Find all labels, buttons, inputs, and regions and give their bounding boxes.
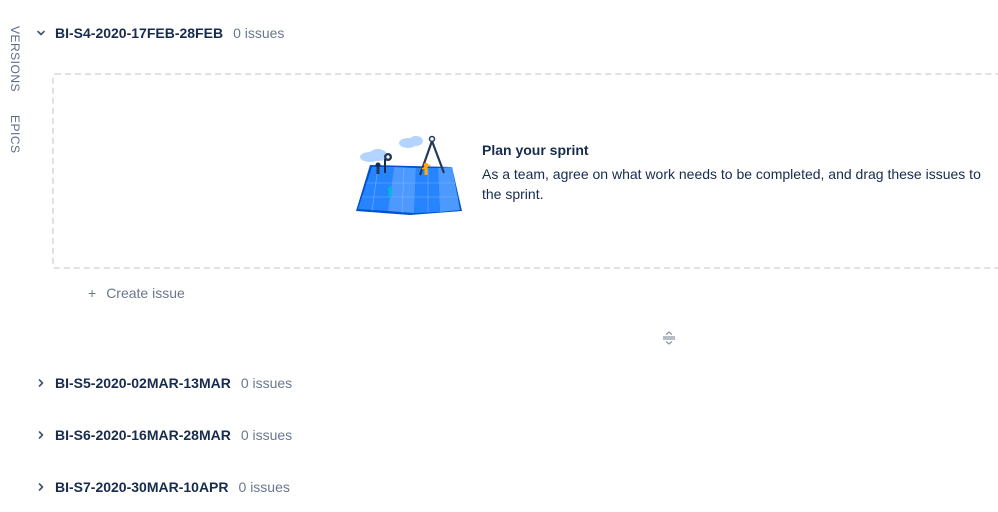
sprint-header[interactable]: BI-S5-2020-02MAR-13MAR 0 issues bbox=[34, 373, 292, 393]
create-issue-button[interactable]: + Create issue bbox=[88, 285, 185, 301]
sprint-name: BI-S7-2020-30MAR-10APR bbox=[55, 479, 229, 495]
plus-icon: + bbox=[88, 285, 97, 301]
epics-tab[interactable]: EPICS bbox=[8, 115, 22, 154]
sprint-name: BI-S4-2020-17FEB-28FEB bbox=[55, 25, 224, 41]
sprint-map-illustration bbox=[356, 135, 462, 215]
issue-count: 0 issues bbox=[240, 427, 293, 443]
chevron-right-icon[interactable] bbox=[34, 428, 48, 442]
sprint-name: BI-S5-2020-02MAR-13MAR bbox=[55, 375, 231, 391]
empty-state-description: As a team, agree on what work needs to b… bbox=[482, 166, 981, 202]
issue-count: 0 issues bbox=[240, 375, 293, 391]
sprint-header[interactable]: BI-S4-2020-17FEB-28FEB 0 issues bbox=[34, 23, 284, 43]
chevron-right-icon[interactable] bbox=[34, 480, 48, 494]
issue-count: 0 issues bbox=[238, 479, 290, 495]
create-issue-label: Create issue bbox=[106, 285, 185, 301]
backlog-panel: VERSIONS EPICS BI-S4-2020-17FEB-28FEB 0 … bbox=[0, 0, 998, 512]
sprint-header[interactable]: BI-S7-2020-30MAR-10APR 0 issues bbox=[34, 477, 290, 497]
resize-handle-icon[interactable] bbox=[661, 330, 677, 346]
sprint-dropzone[interactable]: Plan your sprint As a team, agree on wha… bbox=[52, 73, 998, 269]
chevron-right-icon[interactable] bbox=[34, 376, 48, 390]
chevron-down-icon[interactable] bbox=[34, 26, 48, 40]
empty-state-title: Plan your sprint bbox=[482, 142, 589, 158]
sprint-header[interactable]: BI-S6-2020-16MAR-28MAR 0 issues bbox=[34, 425, 292, 445]
versions-tab[interactable]: VERSIONS bbox=[8, 26, 22, 92]
issue-count: 0 issues bbox=[233, 25, 285, 41]
sprint-name: BI-S6-2020-16MAR-28MAR bbox=[55, 427, 231, 443]
empty-state: Plan your sprint As a team, agree on wha… bbox=[482, 142, 982, 204]
